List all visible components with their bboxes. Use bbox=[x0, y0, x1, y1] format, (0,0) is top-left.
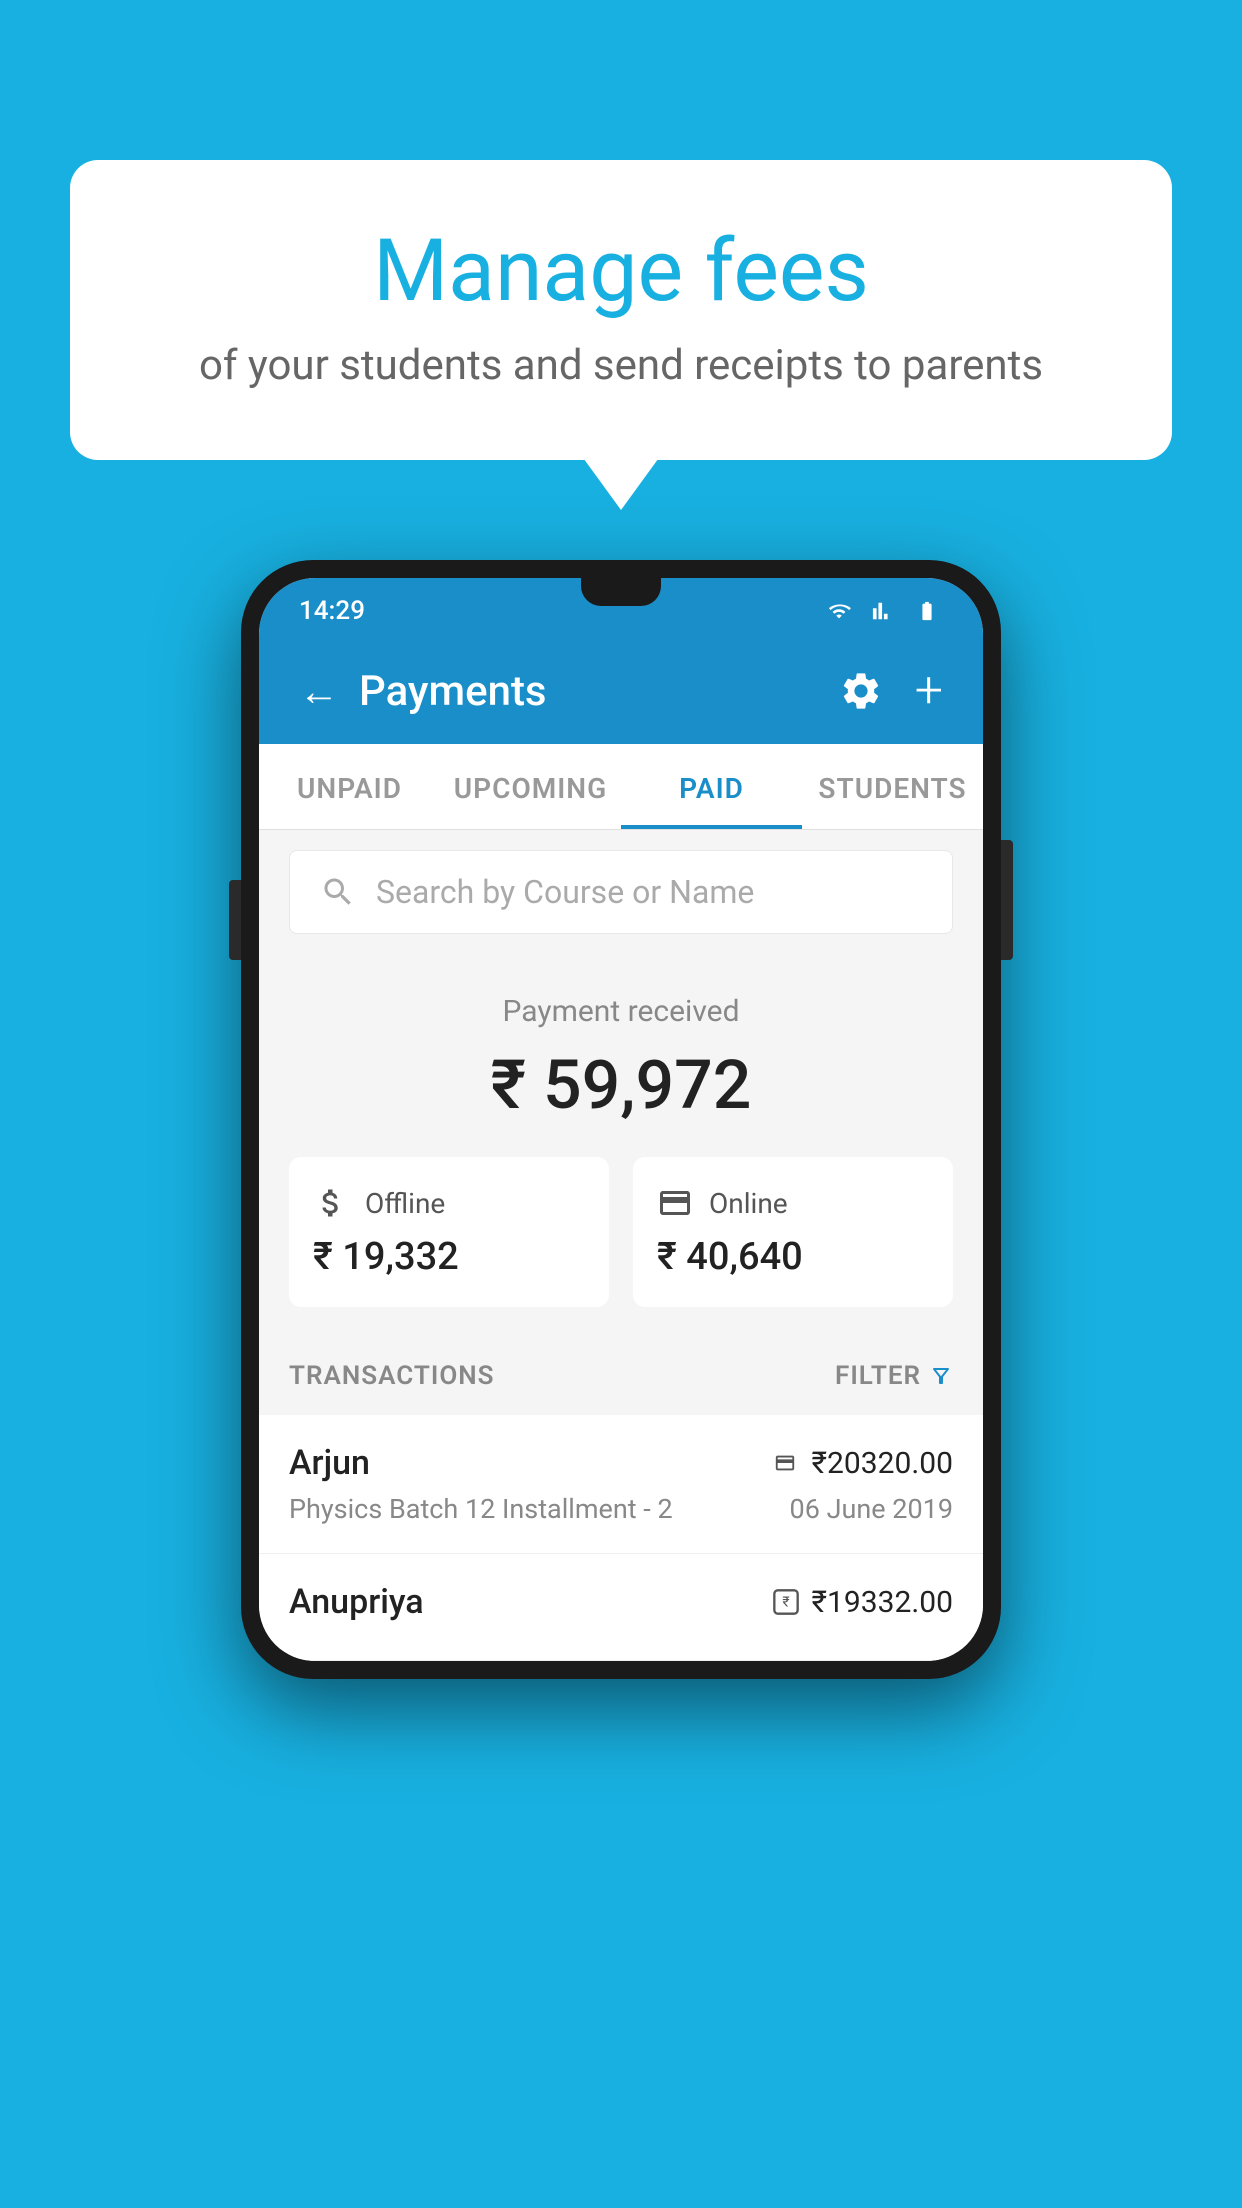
signal-icon bbox=[867, 600, 899, 622]
transaction-top-1: Arjun ₹20320.00 bbox=[289, 1443, 953, 1483]
online-card-header: Online bbox=[657, 1185, 929, 1221]
page-title: Payments bbox=[359, 667, 547, 716]
tab-students[interactable]: STUDENTS bbox=[802, 744, 983, 829]
offline-payment-card: Offline ₹ 19,332 bbox=[289, 1157, 609, 1307]
tabs-bar: UNPAID UPCOMING PAID STUDENTS bbox=[259, 744, 983, 830]
online-label: Online bbox=[709, 1187, 788, 1220]
speech-bubble-container: Manage fees of your students and send re… bbox=[70, 160, 1172, 460]
settings-icon[interactable] bbox=[839, 669, 883, 713]
transaction-amount-row-2: ₹ ₹19332.00 bbox=[772, 1585, 953, 1620]
offline-label: Offline bbox=[365, 1187, 445, 1220]
payment-summary: Payment received ₹ 59,972 Offline ₹ 19,3… bbox=[259, 954, 983, 1337]
cash-payment-icon-2: ₹ bbox=[772, 1588, 800, 1616]
search-icon bbox=[320, 874, 356, 910]
transaction-amount-row-1: ₹20320.00 bbox=[770, 1446, 953, 1481]
payment-cards: Offline ₹ 19,332 Online ₹ 40,640 bbox=[289, 1157, 953, 1307]
phone-mockup: 14:29 ← Payments bbox=[241, 560, 1001, 1679]
transactions-label: TRANSACTIONS bbox=[289, 1361, 495, 1391]
phone-screen: 14:29 ← Payments bbox=[259, 578, 983, 1661]
cash-icon bbox=[313, 1185, 349, 1221]
header-right: + bbox=[839, 662, 943, 720]
search-container: Search by Course or Name bbox=[259, 830, 983, 954]
search-box[interactable]: Search by Course or Name bbox=[289, 850, 953, 934]
bubble-subtitle: of your students and send receipts to pa… bbox=[140, 341, 1102, 390]
transaction-course-1: Physics Batch 12 Installment - 2 bbox=[289, 1493, 673, 1525]
transaction-name-1: Arjun bbox=[289, 1443, 370, 1483]
payment-received-label: Payment received bbox=[289, 994, 953, 1029]
tab-unpaid[interactable]: UNPAID bbox=[259, 744, 440, 829]
transaction-amount-2: ₹19332.00 bbox=[812, 1585, 953, 1620]
header-left: ← Payments bbox=[299, 667, 547, 716]
transaction-top-2: Anupriya ₹ ₹19332.00 bbox=[289, 1582, 953, 1622]
filter-button[interactable]: FILTER bbox=[835, 1361, 953, 1391]
tab-upcoming[interactable]: UPCOMING bbox=[440, 744, 621, 829]
transaction-row[interactable]: Arjun ₹20320.00 Physics Batch 12 Install… bbox=[259, 1415, 983, 1554]
transactions-header: TRANSACTIONS FILTER bbox=[259, 1337, 983, 1415]
status-icons bbox=[823, 600, 943, 622]
transaction-amount-1: ₹20320.00 bbox=[812, 1446, 953, 1481]
credit-card-icon bbox=[657, 1185, 693, 1221]
online-payment-card: Online ₹ 40,640 bbox=[633, 1157, 953, 1307]
transaction-name-2: Anupriya bbox=[289, 1582, 424, 1622]
card-payment-icon-1 bbox=[770, 1452, 800, 1474]
status-time: 14:29 bbox=[299, 596, 365, 626]
filter-icon bbox=[929, 1364, 953, 1388]
battery-icon bbox=[911, 600, 943, 622]
phone-outer-shell: 14:29 ← Payments bbox=[241, 560, 1001, 1679]
filter-label: FILTER bbox=[835, 1361, 921, 1391]
tab-paid[interactable]: PAID bbox=[621, 744, 802, 829]
online-amount: ₹ 40,640 bbox=[657, 1235, 929, 1279]
app-header: ← Payments + bbox=[259, 638, 983, 744]
speech-bubble: Manage fees of your students and send re… bbox=[70, 160, 1172, 460]
svg-text:₹: ₹ bbox=[782, 1595, 789, 1611]
wifi-icon bbox=[823, 600, 855, 622]
transaction-bottom-1: Physics Batch 12 Installment - 2 06 June… bbox=[289, 1493, 953, 1525]
payment-total-amount: ₹ 59,972 bbox=[289, 1045, 953, 1125]
bubble-title: Manage fees bbox=[140, 220, 1102, 321]
offline-amount: ₹ 19,332 bbox=[313, 1235, 585, 1279]
transaction-row[interactable]: Anupriya ₹ ₹19332.00 bbox=[259, 1554, 983, 1661]
offline-card-header: Offline bbox=[313, 1185, 585, 1221]
transaction-date-1: 06 June 2019 bbox=[790, 1493, 953, 1525]
add-button[interactable]: + bbox=[915, 662, 943, 720]
phone-notch bbox=[581, 578, 661, 606]
back-button[interactable]: ← bbox=[299, 668, 339, 715]
search-input[interactable]: Search by Course or Name bbox=[376, 873, 754, 911]
